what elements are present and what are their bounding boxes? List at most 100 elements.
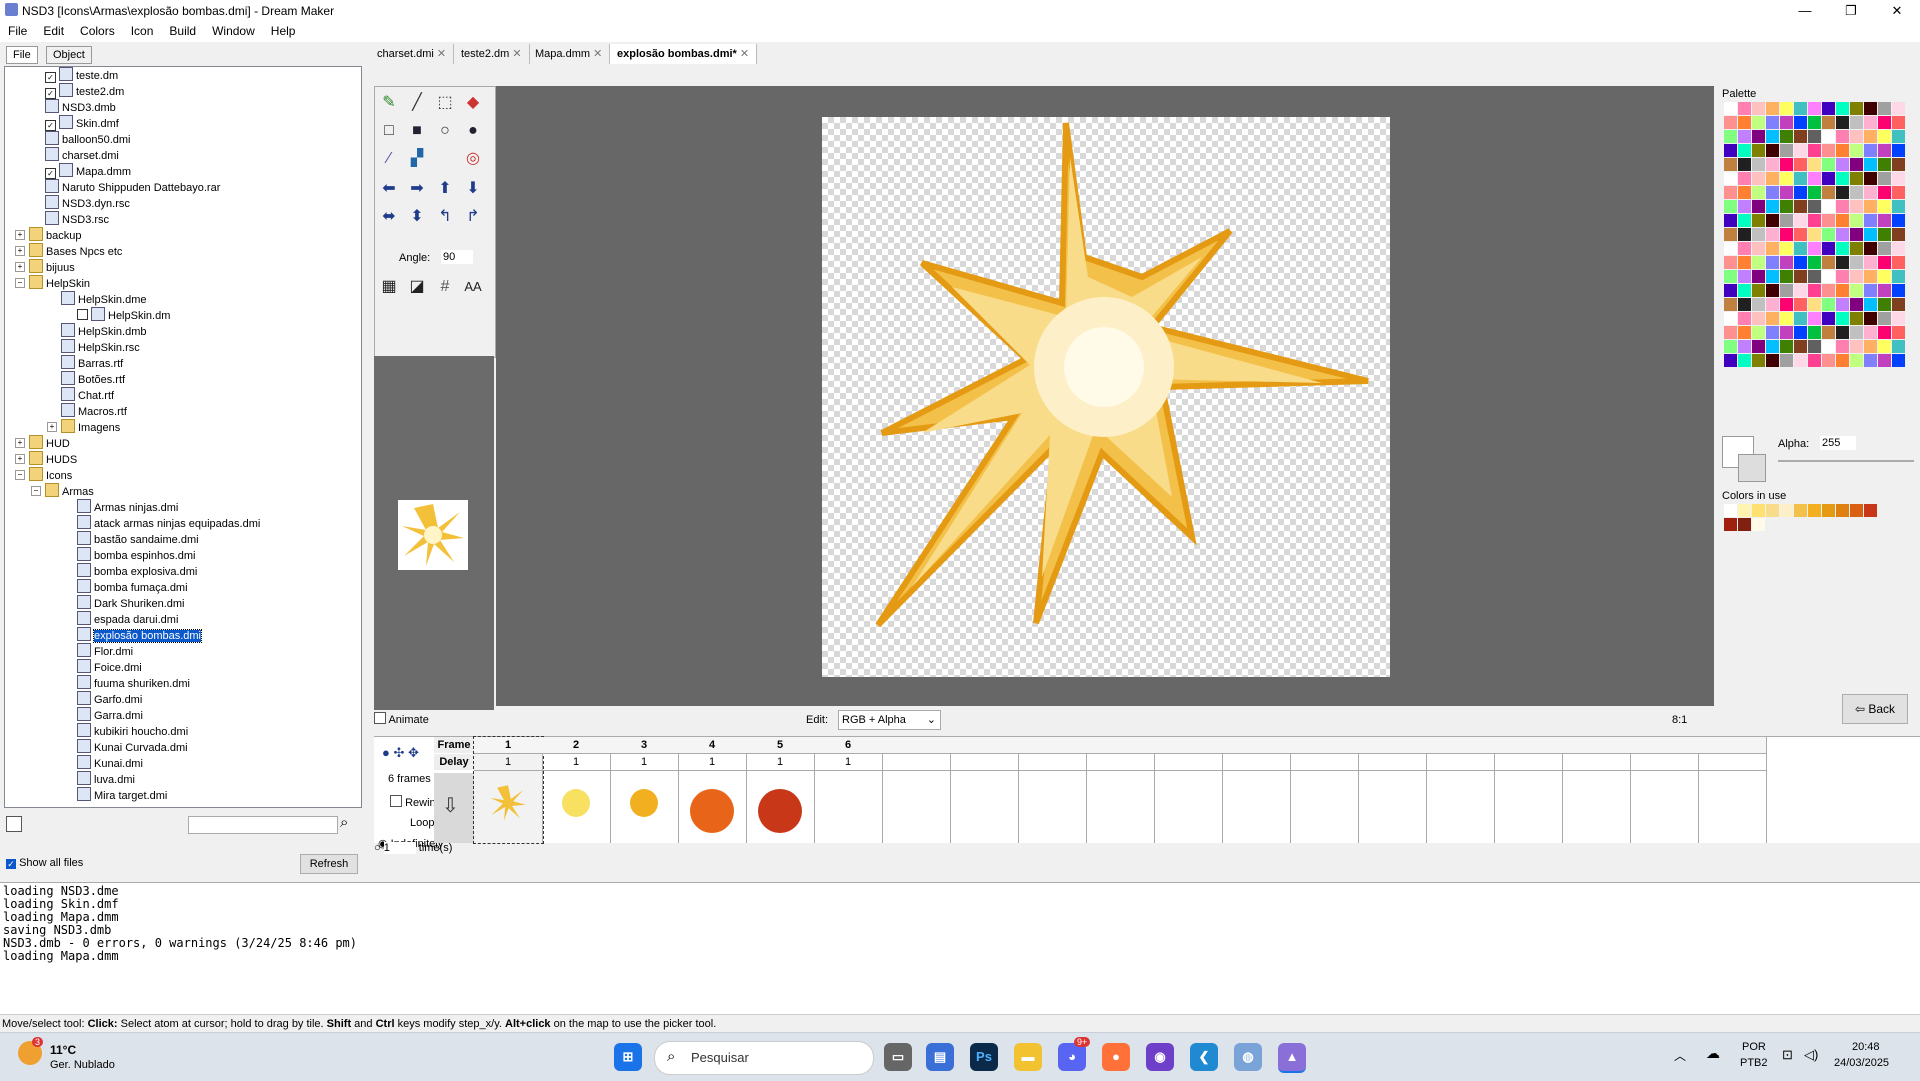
palette-swatch[interactable]	[1836, 326, 1849, 339]
frame-delay[interactable]: 1	[610, 754, 678, 771]
tree-file[interactable]: ✓ Mapa.dmm	[45, 163, 131, 179]
palette-swatch[interactable]	[1878, 172, 1891, 185]
frame-delay[interactable]	[1290, 754, 1358, 771]
palette-swatch[interactable]	[1752, 256, 1765, 269]
frame-cell[interactable]: 51	[746, 737, 815, 843]
palette-swatch[interactable]	[1864, 284, 1877, 297]
frame-cell[interactable]	[1358, 737, 1427, 843]
tree-file[interactable]: Macros.rtf	[61, 403, 127, 419]
palette-swatch[interactable]	[1780, 256, 1793, 269]
photoshop-icon[interactable]: Ps	[970, 1043, 998, 1071]
palette-swatch[interactable]	[1878, 228, 1891, 241]
file-tree[interactable]: ✓ teste.dm ✓ teste2.dm NSD3.dmb ✓ Skin.dmf ball…	[4, 66, 362, 808]
paint-bucket-icon[interactable]: ▞	[405, 147, 429, 171]
frame-delay[interactable]	[1222, 754, 1290, 771]
palette-swatch[interactable]	[1864, 214, 1877, 227]
frame-cell[interactable]	[1086, 737, 1155, 843]
palette-swatch[interactable]	[1766, 270, 1779, 283]
palette-swatch[interactable]	[1822, 312, 1835, 325]
palette-swatch[interactable]	[1878, 144, 1891, 157]
frame-thumbnail[interactable]	[758, 789, 802, 833]
palette-swatch[interactable]	[1766, 186, 1779, 199]
shift-left-icon[interactable]: ⬅	[377, 177, 401, 201]
palette-swatch[interactable]	[1836, 102, 1849, 115]
palette-swatch[interactable]	[1864, 158, 1877, 171]
color-in-use-swatch[interactable]	[1780, 504, 1793, 517]
palette-swatch[interactable]	[1780, 340, 1793, 353]
build-output[interactable]: loading NSD3.dme loading Skin.dmf loading …	[0, 882, 1920, 1015]
tab-teste2[interactable]: teste2.dm ✕	[454, 44, 530, 64]
palette-swatch[interactable]	[1794, 130, 1807, 143]
palette-swatch[interactable]	[1794, 340, 1807, 353]
discord-icon[interactable]: ◕	[1058, 1043, 1086, 1071]
palette-swatch[interactable]	[1752, 172, 1765, 185]
palette-swatch[interactable]	[1808, 284, 1821, 297]
include-checkbox[interactable]: ✓	[45, 168, 56, 179]
collapse-all-icon[interactable]	[6, 816, 22, 832]
palette-swatch[interactable]	[1752, 214, 1765, 227]
frame-cell[interactable]	[1018, 737, 1087, 843]
palette-swatch[interactable]	[1794, 200, 1807, 213]
menu-icon[interactable]: Icon	[123, 22, 162, 40]
frame-delay[interactable]	[1630, 754, 1698, 771]
palette-swatch[interactable]	[1892, 130, 1905, 143]
show-all-files-checkbox[interactable]: ✓ Show all files	[6, 857, 83, 869]
palette-swatch[interactable]	[1794, 284, 1807, 297]
palette-swatch[interactable]	[1836, 340, 1849, 353]
palette-swatch[interactable]	[1794, 228, 1807, 241]
palette-swatch[interactable]	[1752, 340, 1765, 353]
store-icon[interactable]: ▤	[926, 1043, 954, 1071]
palette-swatch[interactable]	[1794, 172, 1807, 185]
tree-file[interactable]: ✓ Skin.dmf	[45, 115, 119, 131]
palette-swatch[interactable]	[1766, 144, 1779, 157]
palette-swatch[interactable]	[1808, 172, 1821, 185]
palette-swatch[interactable]	[1878, 200, 1891, 213]
rectangle-icon[interactable]: □	[377, 119, 401, 143]
expand-toggle-icon[interactable]: −	[15, 278, 25, 288]
tree-file[interactable]: HelpSkin.rsc	[61, 339, 140, 355]
expand-toggle-icon[interactable]: +	[15, 230, 25, 240]
angle-input[interactable]: 90	[441, 250, 473, 264]
palette-swatch[interactable]	[1780, 186, 1793, 199]
tree-folder[interactable]: − Icons	[15, 467, 72, 483]
palette-swatch[interactable]	[1892, 186, 1905, 199]
palette-swatch[interactable]	[1822, 214, 1835, 227]
tree-file[interactable]: Foice.dmi	[77, 659, 142, 675]
frame-cell[interactable]	[1222, 737, 1291, 843]
palette-swatch[interactable]	[1808, 312, 1821, 325]
frame-cell[interactable]	[1494, 737, 1563, 843]
palette-swatch[interactable]	[1766, 298, 1779, 311]
palette-swatch[interactable]	[1752, 102, 1765, 115]
palette-swatch[interactable]	[1892, 298, 1905, 311]
palette-swatch[interactable]	[1808, 242, 1821, 255]
frame-cell[interactable]: 61	[814, 737, 883, 843]
palette-swatch[interactable]	[1724, 214, 1737, 227]
eyedropper-icon[interactable]: ⁄	[377, 147, 401, 171]
palette-swatch[interactable]	[1766, 242, 1779, 255]
palette-swatch[interactable]	[1822, 200, 1835, 213]
tree-file[interactable]: ✓ teste.dm	[45, 67, 118, 83]
palette-swatch[interactable]	[1892, 144, 1905, 157]
palette-swatch[interactable]	[1724, 116, 1737, 129]
palette-swatch[interactable]	[1864, 340, 1877, 353]
palette-swatch[interactable]	[1738, 284, 1751, 297]
palette-swatch[interactable]	[1836, 186, 1849, 199]
palette-swatch[interactable]	[1794, 102, 1807, 115]
palette-swatch[interactable]	[1752, 228, 1765, 241]
palette-swatch[interactable]	[1878, 284, 1891, 297]
palette-swatch[interactable]	[1808, 326, 1821, 339]
tree-folder[interactable]: + bijuus	[15, 259, 75, 275]
palette-swatch[interactable]	[1850, 326, 1863, 339]
palette-swatch[interactable]	[1878, 186, 1891, 199]
menu-file[interactable]: File	[0, 22, 35, 40]
palette-swatch[interactable]	[1738, 312, 1751, 325]
tree-file[interactable]: NSD3.rsc	[45, 211, 109, 227]
icon-thumbnail[interactable]	[398, 500, 468, 570]
palette-swatch[interactable]	[1766, 200, 1779, 213]
tree-folder[interactable]: + HUDS	[15, 451, 77, 467]
palette-swatch[interactable]	[1808, 158, 1821, 171]
palette-swatch[interactable]	[1822, 242, 1835, 255]
palette-swatch[interactable]	[1724, 102, 1737, 115]
palette-swatch[interactable]	[1780, 158, 1793, 171]
tree-file[interactable]: bomba explosiva.dmi	[77, 563, 197, 579]
